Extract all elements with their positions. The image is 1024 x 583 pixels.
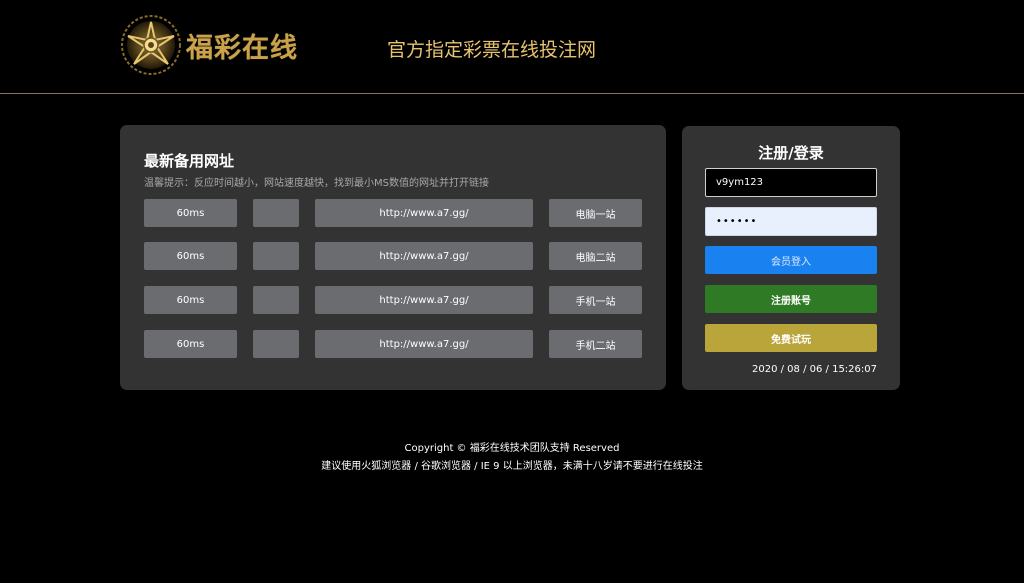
register-button[interactable]: 注册账号 [705,285,877,313]
browser-notice: 建议使用火狐浏览器 / 谷歌浏览器 / IE 9 以上浏览器，未满十八岁请不要进… [321,461,703,472]
latency-cell: 60ms [144,242,237,270]
url-link[interactable]: http://www.a7.gg/ [315,286,533,314]
extra-cell [253,199,299,227]
latency-cell: 60ms [144,199,237,227]
site-button[interactable]: 电脑一站 [549,199,642,227]
extra-cell [253,242,299,270]
site-header: 福彩在线 官方指定彩票在线投注网 [0,0,1024,94]
panel-tip: 温馨提示：反应时间越小，网站速度越快，找到最小MS数值的网址并打开链接 [144,178,489,189]
panel-title: 最新备用网址 [144,152,235,170]
latency-cell: 60ms [144,286,237,314]
extra-cell [253,286,299,314]
url-link[interactable]: http://www.a7.gg/ [315,242,533,270]
header-slogan: 官方指定彩票在线投注网 [387,39,597,61]
extra-cell [253,330,299,358]
mirror-row: 60ms http://www.a7.gg/ 手机二站 [144,330,644,358]
mirror-list-panel: 最新备用网址 温馨提示：反应时间越小，网站速度越快，找到最小MS数值的网址并打开… [120,125,666,390]
login-button[interactable]: 会员登入 [705,246,877,274]
datetime-display: 2020 / 08 / 06 / 15:26:07 [752,364,877,375]
mirror-row: 60ms http://www.a7.gg/ 电脑一站 [144,199,644,227]
site-button[interactable]: 手机二站 [549,330,642,358]
login-panel: 注册/登录 v9ym123 •••••• 会员登入 注册账号 免费试玩 2020… [682,126,900,390]
url-link[interactable]: http://www.a7.gg/ [315,199,533,227]
latency-cell: 60ms [144,330,237,358]
login-title: 注册/登录 [758,144,824,162]
url-link[interactable]: http://www.a7.gg/ [315,330,533,358]
logo-text: 福彩在线 [186,33,298,64]
site-button[interactable]: 手机一站 [549,286,642,314]
sun-emblem-icon [121,15,181,75]
username-input[interactable]: v9ym123 [705,168,877,197]
free-trial-button[interactable]: 免费试玩 [705,324,877,352]
copyright-text: Copyright © 福彩在线技术团队支持 Reserved [404,443,620,454]
mirror-row: 60ms http://www.a7.gg/ 电脑二站 [144,242,644,270]
site-button[interactable]: 电脑二站 [549,242,642,270]
mirror-row: 60ms http://www.a7.gg/ 手机一站 [144,286,644,314]
password-input[interactable]: •••••• [705,207,877,236]
